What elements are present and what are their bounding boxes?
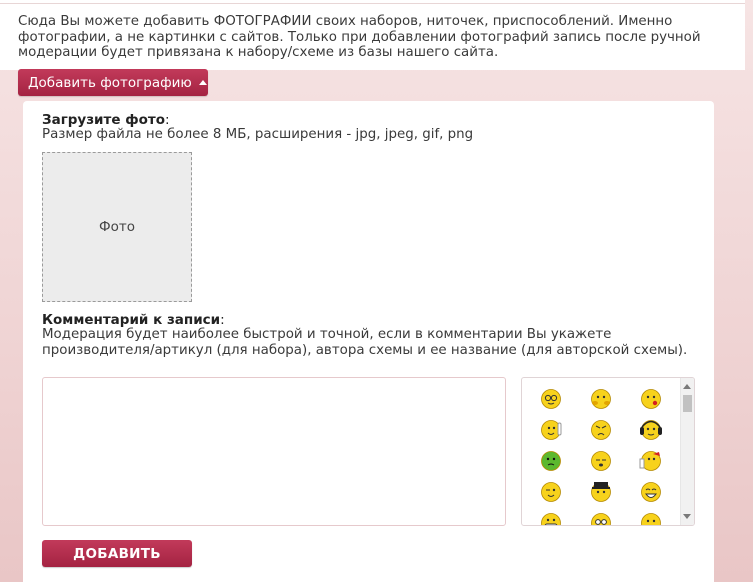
angry-smiley-icon[interactable] — [576, 417, 626, 443]
smiley-scrollbar[interactable] — [680, 378, 694, 525]
nerd-smiley-icon[interactable] — [526, 386, 576, 412]
add-photo-toggle-label: Добавить фотографию — [28, 74, 192, 91]
smiley-picker — [521, 377, 695, 526]
wave-smiley-icon[interactable] — [526, 417, 576, 443]
comment-textarea[interactable] — [42, 377, 506, 526]
comment-hint: Модерация будет наиболее быстрой и точно… — [42, 327, 688, 358]
tongue-smiley-icon[interactable] — [626, 510, 676, 525]
comment-title: Комментарий к записи: — [42, 312, 225, 328]
sick-smiley-icon[interactable] — [526, 448, 576, 474]
upload-hint: Размер файла не более 8 МБ, расширения -… — [42, 127, 474, 142]
shy-smiley-icon[interactable] — [576, 386, 626, 412]
kiss-smiley-icon[interactable] — [626, 386, 676, 412]
intro-text: Сюда Вы можете добавить ФОТОГРАФИИ своих… — [18, 14, 701, 60]
add-photo-toggle-button[interactable]: Добавить фотографию — [18, 69, 208, 96]
submit-button[interactable]: ДОБАВИТЬ — [42, 540, 192, 567]
laugh-smiley-icon[interactable] — [626, 479, 676, 505]
sleepy-smiley-icon[interactable] — [576, 448, 626, 474]
scroll-up-arrow-icon[interactable] — [683, 384, 691, 389]
scroll-thumb[interactable] — [683, 395, 692, 412]
wink-smiley-icon[interactable] — [526, 479, 576, 505]
drinking-smiley-icon[interactable] — [626, 448, 676, 474]
grin-smiley-icon[interactable] — [526, 510, 576, 525]
detective-smiley-icon[interactable] — [576, 479, 626, 505]
surprised-smiley-icon[interactable] — [576, 510, 626, 525]
scroll-down-arrow-icon[interactable] — [683, 514, 691, 519]
photo-placeholder-label: Фото — [98, 219, 135, 235]
intro-block: Сюда Вы можете добавить ФОТОГРАФИИ своих… — [0, 4, 745, 70]
headphones-smiley-icon[interactable] — [626, 417, 676, 443]
upload-title: Загрузите фото: — [42, 112, 170, 128]
photo-upload-dropzone[interactable]: Фото — [42, 152, 192, 302]
caret-up-icon — [198, 79, 207, 85]
smiley-grid — [526, 386, 676, 525]
